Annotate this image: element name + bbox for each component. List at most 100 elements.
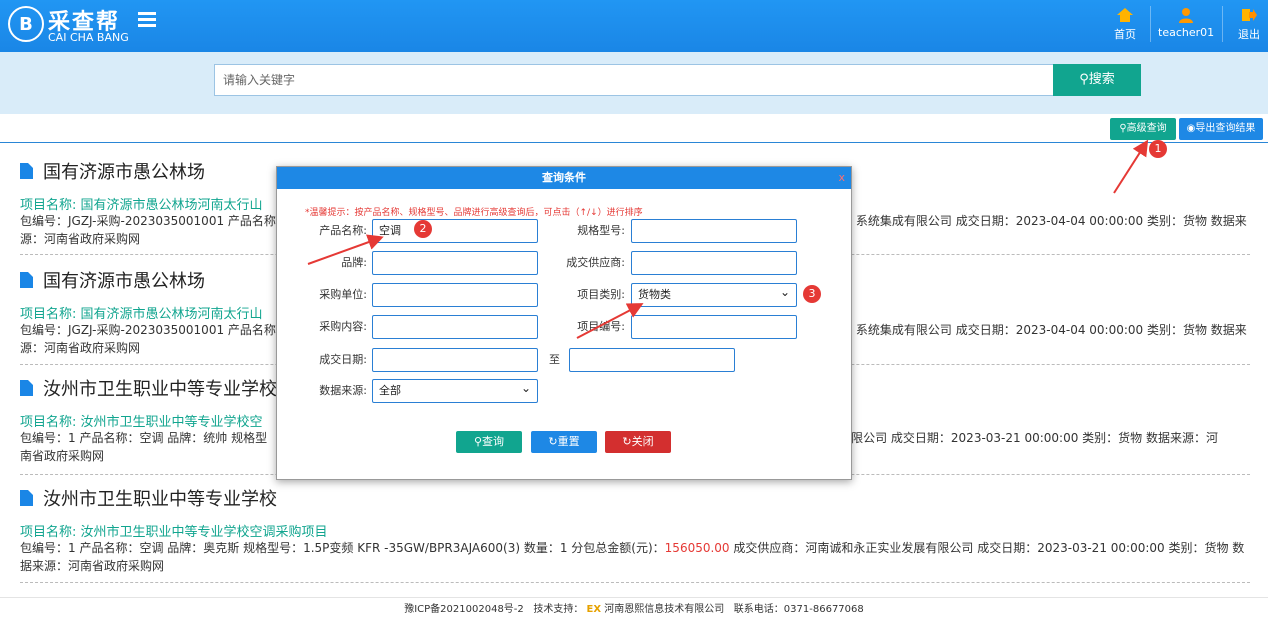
search-input[interactable]: 请输入关键字: [214, 64, 1054, 96]
query-conditions-dialog: 查询条件 x *温馨提示：按产品名称、规格型号、品牌进行高级查询后，可点击（↑/…: [276, 166, 852, 480]
meta-right: 系统集成有限公司 成交日期：2023-04-04 00:00:00 类别：货物 …: [855, 214, 1247, 228]
query-button[interactable]: ⚲查询: [456, 431, 522, 453]
advanced-search-label: 高级查询: [1126, 123, 1167, 134]
document-icon: [20, 490, 33, 506]
spec-model-input[interactable]: [631, 219, 797, 243]
logo-icon: B: [8, 6, 44, 42]
annotation-badge: 1: [1149, 140, 1167, 158]
nav-user-label: teacher01: [1158, 26, 1215, 39]
brand-input[interactable]: [372, 251, 538, 275]
project-name-text: 汝州市卫生职业中等专业学校空调采购项目: [80, 525, 328, 540]
reset-button-label: 重置: [557, 435, 580, 448]
project-label: 项目名称:: [20, 307, 77, 322]
supplier-input[interactable]: [631, 251, 797, 275]
logout-icon: [1242, 9, 1257, 21]
data-source-select[interactable]: 全部: [372, 377, 538, 403]
logo-letter: B: [19, 13, 33, 35]
nav-home-label: 首页: [1114, 28, 1136, 41]
search-button-label: 搜索: [1088, 72, 1115, 87]
nav-logout[interactable]: 退出: [1236, 4, 1262, 48]
result-title-text: 汝州市卫生职业中等专业学校: [43, 489, 277, 510]
company-name: 河南恩熙信息技术有限公司: [604, 604, 725, 615]
icp-number[interactable]: 豫ICP备2021002048号-2: [404, 604, 524, 615]
spec-model-label: 规格型号:: [577, 224, 625, 237]
meta-text: 包编号：1 产品名称：空调 品牌：奥克斯 规格型号：1.5P变频 KFR -35…: [20, 541, 665, 555]
result-title[interactable]: 汝州市卫生职业中等专业学校: [20, 487, 1250, 513]
close-button[interactable]: ↻关闭: [605, 431, 671, 453]
data-source-label: 数据来源:: [319, 384, 367, 397]
date-to-input[interactable]: [569, 348, 735, 372]
result-item: 汝州市卫生职业中等专业学校 项目名称: 汝州市卫生职业中等专业学校空调采购项目 …: [20, 487, 1250, 575]
annotation-badge: 3: [803, 285, 821, 303]
refresh-icon: ↻: [548, 435, 558, 448]
buyer-label: 采购单位:: [319, 288, 367, 301]
dialog-title: 查询条件: [542, 171, 586, 184]
project-label: 项目名称:: [20, 415, 77, 430]
nav-divider: [1150, 6, 1151, 42]
document-icon: [20, 380, 33, 396]
export-results-label: 导出查询结果: [1195, 123, 1256, 134]
dialog-title-bar: 查询条件 x: [277, 167, 851, 189]
result-title-text: 汝州市卫生职业中等专业学校: [43, 379, 277, 400]
result-title-text: 国有济源市愚公林场: [43, 162, 205, 183]
project-name-text: 国有济源市愚公林场河南太行山: [80, 307, 263, 322]
advanced-search-button[interactable]: ⚲高级查询: [1110, 118, 1176, 140]
meta-right: 展有限公司 成交日期：2023-03-21 00:00:00 类别：货物 数据来…: [827, 431, 1218, 445]
document-icon: [20, 272, 33, 288]
search-icon: ⚲: [473, 435, 483, 448]
project-name-text: 汝州市卫生职业中等专业学校空: [80, 415, 263, 430]
project-number-input[interactable]: [631, 315, 797, 339]
date-to-label: 至: [549, 353, 560, 366]
meta-line2: 据来源：河南省政府采购网: [20, 559, 165, 573]
footer: 豫ICP备2021002048号-2 技术支持： EX 河南恩熙信息技术有限公司…: [0, 597, 1268, 623]
meta-left: 包编号：1 产品名称：空调 品牌：统帅 规格型: [20, 431, 268, 445]
divider: [0, 142, 1268, 143]
project-label: 项目名称:: [20, 198, 77, 213]
nav-logout-label: 退出: [1238, 28, 1260, 41]
deal-date-label: 成交日期:: [319, 353, 367, 366]
refresh-icon: ↻: [622, 435, 632, 448]
content-label: 采购内容:: [319, 320, 367, 333]
project-label: 项目名称:: [20, 525, 77, 540]
support-label: 技术支持：: [533, 604, 584, 615]
top-navbar: B 采查帮 CAI CHA BANG 首页 teacher01 退出: [0, 0, 1268, 52]
close-button-label: 关闭: [631, 435, 654, 448]
category-select[interactable]: 货物类: [631, 281, 797, 307]
meta-after: 成交供应商：河南诚和永正实业发展有限公司 成交日期：2023-03-21 00:…: [729, 541, 1245, 555]
user-icon: [1179, 8, 1193, 23]
search-band: 请输入关键字 ⚲搜索: [0, 52, 1268, 114]
divider: [20, 582, 1250, 583]
result-meta: 包编号：1 产品名称：空调 品牌：奥克斯 规格型号：1.5P变频 KFR -35…: [20, 539, 1250, 557]
project-number-label: 项目编号:: [577, 320, 625, 333]
meta-left: 包编号：JGZJ-采购-2023035001001 产品名称：: [20, 214, 288, 228]
nav-user[interactable]: teacher01: [1158, 4, 1214, 48]
result-title-text: 国有济源市愚公林场: [43, 271, 205, 292]
home-icon: [1117, 8, 1133, 22]
category-label: 项目类别:: [577, 288, 625, 301]
company-logo: EX: [586, 604, 602, 615]
product-name-input[interactable]: 空调: [372, 219, 538, 243]
supplier-label: 成交供应商:: [566, 256, 625, 269]
dialog-close-icon[interactable]: x: [838, 167, 845, 189]
brand-label: 品牌:: [341, 256, 367, 269]
meta-right: 系统集成有限公司 成交日期：2023-04-04 00:00:00 类别：货物 …: [855, 323, 1247, 337]
project-name[interactable]: 项目名称: 汝州市卫生职业中等专业学校空调采购项目: [20, 521, 1250, 540]
project-name-text: 国有济源市愚公林场河南太行山: [80, 198, 263, 213]
amount-value: 156050.00: [664, 541, 730, 555]
product-name-label: 产品名称:: [319, 224, 367, 237]
search-button[interactable]: ⚲搜索: [1053, 64, 1141, 96]
buyer-input[interactable]: [372, 283, 538, 307]
menu-icon[interactable]: [138, 12, 156, 28]
query-button-label: 查询: [482, 435, 505, 448]
content-input[interactable]: [372, 315, 538, 339]
meta-left: 包编号：JGZJ-采购-2023035001001 产品名称：: [20, 323, 288, 337]
document-icon: [20, 163, 33, 179]
nav-divider: [1222, 6, 1223, 42]
nav-home[interactable]: 首页: [1112, 4, 1138, 48]
search-icon: ⚲: [1119, 123, 1127, 134]
hint-text: *温馨提示：按产品名称、规格型号、品牌进行高级查询后，可点击（↑/↓）进行排序: [305, 208, 643, 218]
search-icon: ⚲: [1079, 72, 1089, 87]
annotation-badge: 2: [414, 220, 432, 238]
export-results-button[interactable]: ◉导出查询结果: [1179, 118, 1263, 140]
reset-button[interactable]: ↻重置: [531, 431, 597, 453]
